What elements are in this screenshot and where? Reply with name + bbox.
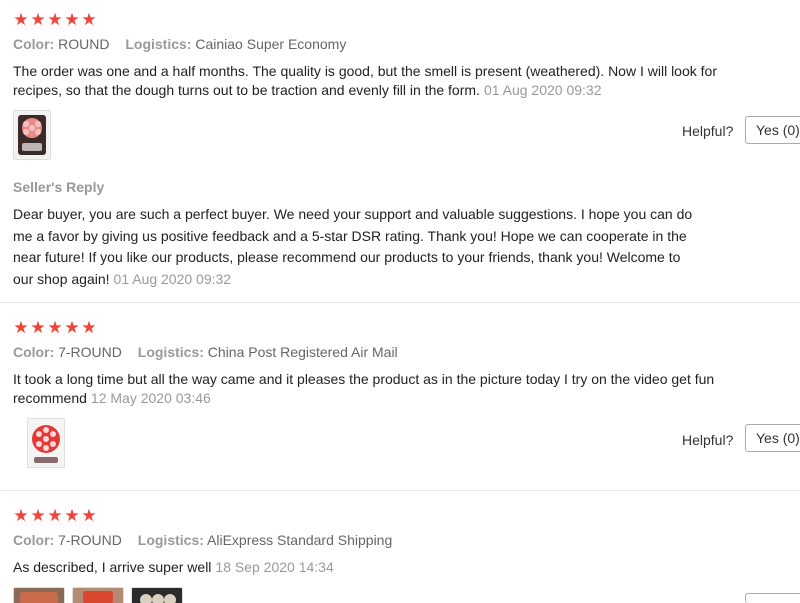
logistics-key: Logistics: <box>137 532 204 548</box>
review-3-text: As described, I arrive super well 18 Sep … <box>13 558 793 577</box>
star-icon: ★ <box>64 10 80 29</box>
seller-reply-line: our shop again! <box>13 270 110 287</box>
star-icon: ★ <box>81 10 97 29</box>
review-text-line: recipes, so that the dough turns out to … <box>13 82 480 98</box>
review-date: 12 May 2020 03:46 <box>90 390 211 406</box>
review-date: 18 Sep 2020 14:34 <box>215 559 334 575</box>
review-date: 01 Aug 2020 09:32 <box>483 82 602 98</box>
review-divider <box>0 302 800 303</box>
logistics-key: Logistics: <box>125 36 192 52</box>
seller-reply-line: near future! If you like our products, p… <box>13 249 681 265</box>
review-text-line: As described, I arrive super well <box>13 559 212 575</box>
review-3-meta: Color: 7-ROUND Logistics: AliExpress Sta… <box>13 532 392 548</box>
star-icon: ★ <box>81 318 97 337</box>
star-icon: ★ <box>13 10 29 29</box>
review-photo-thumbnail[interactable] <box>13 587 65 603</box>
color-key: Color: <box>13 532 55 548</box>
review-2-rating: ★ ★ ★ ★ ★ <box>13 318 97 337</box>
review-text-line: recommend <box>13 390 87 406</box>
helpful-label: Helpful? <box>682 432 734 448</box>
yes-helpful-button[interactable]: Yes (0) <box>745 116 800 144</box>
seller-reply-date: 01 Aug 2020 09:32 <box>113 270 232 287</box>
color-value: 7-ROUND <box>58 344 122 360</box>
seller-reply-line: Dear buyer, you are such a perfect buyer… <box>13 206 693 222</box>
logistics-key: Logistics: <box>137 344 204 360</box>
star-icon: ★ <box>64 506 80 525</box>
star-icon: ★ <box>47 10 63 29</box>
star-icon: ★ <box>47 318 63 337</box>
review-photo-thumbnail[interactable] <box>131 587 183 603</box>
seller-reply-line: me a favor by giving us positive feedbac… <box>13 227 687 244</box>
logistics-value: Cainiao Super Economy <box>195 36 347 52</box>
helpful-label: Helpful? <box>682 123 734 139</box>
review-text-line: The order was one and a half months. The… <box>13 63 717 79</box>
seller-reply-title: Seller's Reply <box>13 179 105 195</box>
star-icon: ★ <box>30 506 46 525</box>
color-value: ROUND <box>58 36 110 52</box>
color-key: Color: <box>13 36 55 52</box>
review-2-text: It took a long time but all the way came… <box>13 370 793 408</box>
yes-helpful-button[interactable]: Yes (0) <box>745 424 800 452</box>
logistics-value: AliExpress Standard Shipping <box>207 532 393 548</box>
review-photo-thumbnail[interactable] <box>72 587 124 603</box>
star-icon: ★ <box>47 506 63 525</box>
review-text-line: It took a long time but all the way came… <box>13 371 715 387</box>
color-value: 7-ROUND <box>58 532 122 548</box>
review-1-meta: Color: ROUND Logistics: Cainiao Super Ec… <box>13 36 346 52</box>
review-divider <box>0 490 800 491</box>
star-icon: ★ <box>81 506 97 525</box>
yes-helpful-button-partial[interactable] <box>745 593 800 603</box>
color-key: Color: <box>13 344 55 360</box>
review-2-meta: Color: 7-ROUND Logistics: China Post Reg… <box>13 344 398 360</box>
star-icon: ★ <box>64 318 80 337</box>
review-photo-thumbnail[interactable] <box>27 418 65 468</box>
star-icon: ★ <box>13 318 29 337</box>
logistics-value: China Post Registered Air Mail <box>207 344 398 360</box>
review-photo-thumbnail[interactable] <box>13 110 51 160</box>
star-icon: ★ <box>13 506 29 525</box>
review-1-text: The order was one and a half months. The… <box>13 62 793 100</box>
star-icon: ★ <box>30 10 46 29</box>
seller-reply-text: Dear buyer, you are such a perfect buyer… <box>13 204 773 290</box>
star-icon: ★ <box>30 318 46 337</box>
review-3-rating: ★ ★ ★ ★ ★ <box>13 506 97 525</box>
review-1-rating: ★ ★ ★ ★ ★ <box>13 10 97 29</box>
